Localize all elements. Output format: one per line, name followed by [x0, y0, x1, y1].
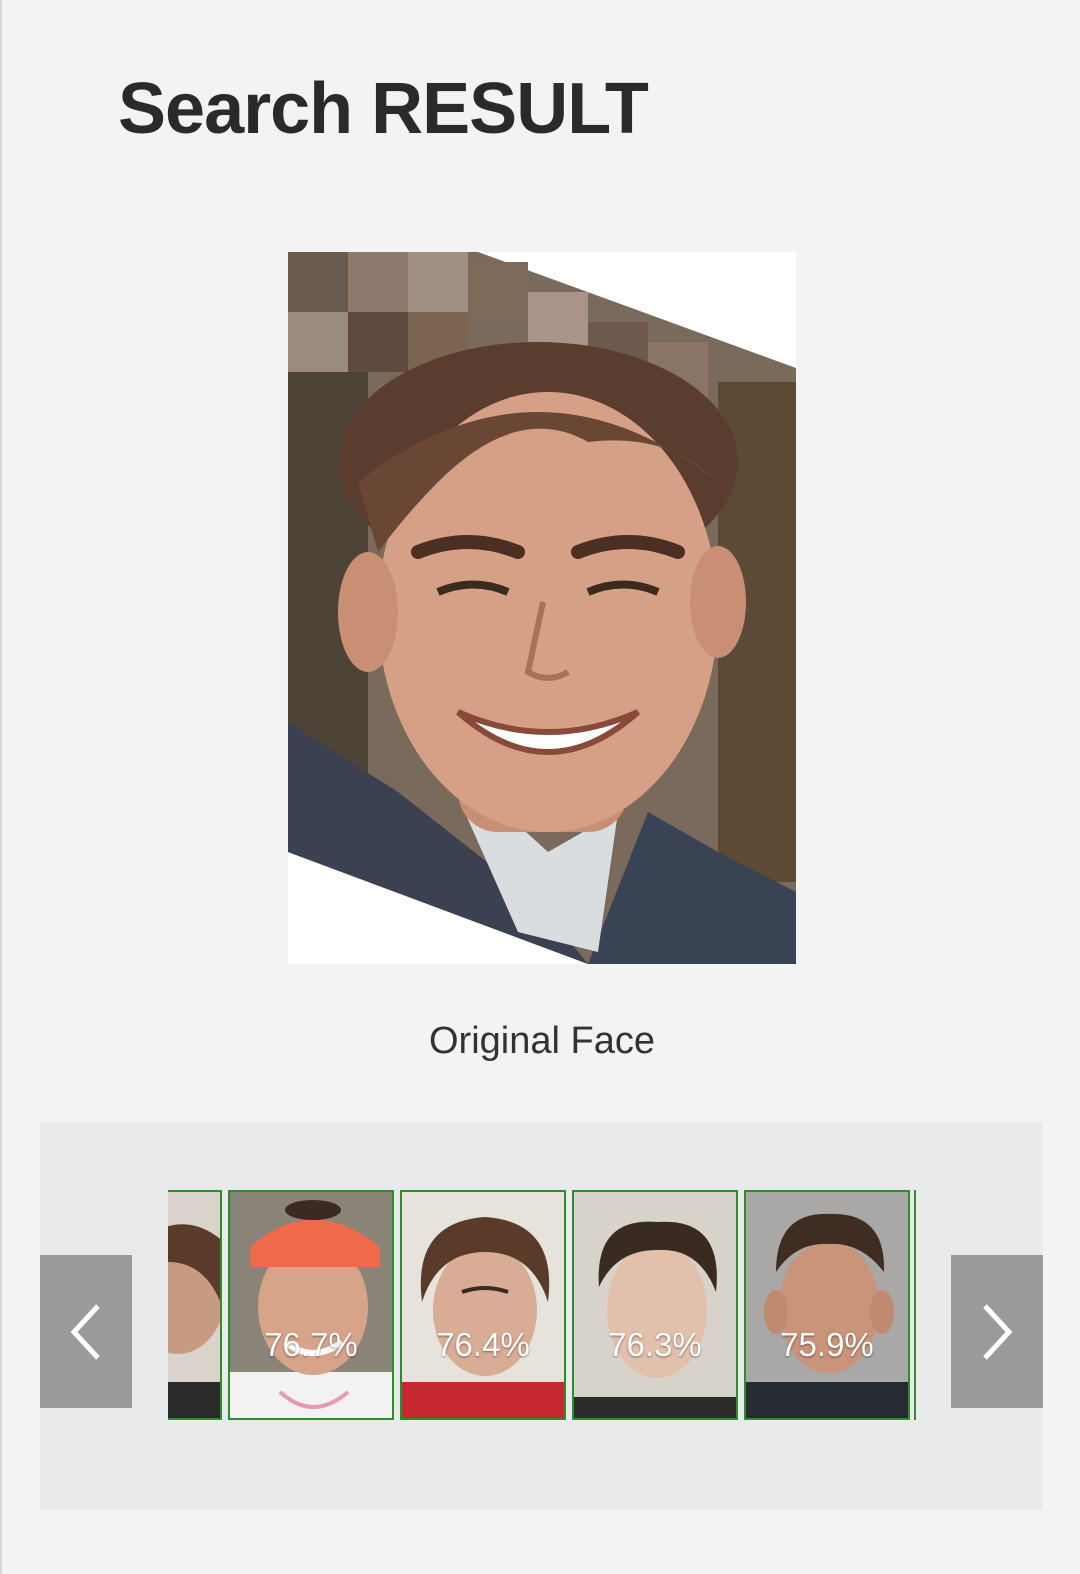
- match-score: 75.9%: [780, 1326, 874, 1363]
- match-score: 76.4%: [436, 1326, 530, 1363]
- original-face-image: [288, 252, 796, 964]
- match-score: 76.3%: [608, 1326, 702, 1363]
- carousel-track: 76.7% 76.4% 76.3% 75.9%: [168, 1190, 916, 1420]
- match-score: 76.7%: [264, 1326, 358, 1363]
- result-thumbnail[interactable]: 76.4%: [400, 1190, 566, 1420]
- result-thumbnail[interactable]: 76.7%: [228, 1190, 394, 1420]
- carousel-next-button[interactable]: [951, 1255, 1043, 1408]
- chevron-left-icon: [70, 1303, 100, 1360]
- carousel-prev-button[interactable]: [40, 1255, 132, 1408]
- result-thumbnail[interactable]: 75.9%: [744, 1190, 910, 1420]
- chevron-right-icon: [983, 1303, 1013, 1360]
- page: Search RESULT Original Face 76.7% 76.4% …: [0, 0, 1080, 1574]
- result-thumbnail-partial[interactable]: [168, 1190, 222, 1420]
- original-face-caption: Original Face: [429, 1020, 655, 1062]
- page-title: Search RESULT: [118, 69, 649, 149]
- result-thumbnail[interactable]: 76.3%: [572, 1190, 738, 1420]
- result-thumbnail-partial[interactable]: [914, 1190, 916, 1420]
- results-carousel: 76.7% 76.4% 76.3% 75.9%: [40, 1122, 1043, 1510]
